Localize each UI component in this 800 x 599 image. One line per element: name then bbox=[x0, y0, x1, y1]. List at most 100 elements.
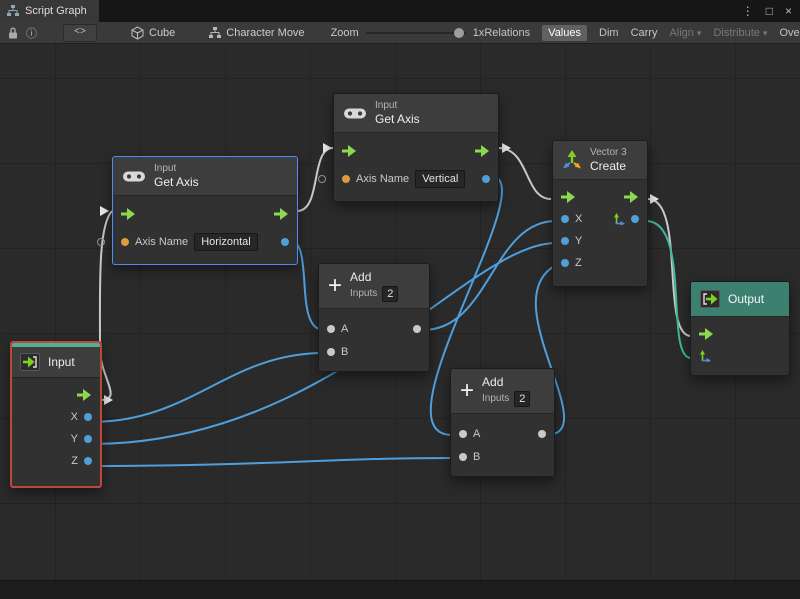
distribute-menu[interactable]: Distribute▾ bbox=[713, 27, 767, 39]
align-label: Align bbox=[669, 27, 693, 39]
tab-title: Script Graph bbox=[25, 5, 87, 17]
axis-name-field[interactable]: Horizontal bbox=[194, 233, 258, 251]
output-port-z[interactable] bbox=[84, 457, 92, 465]
flow-wire-create-to-output[interactable] bbox=[648, 199, 691, 336]
node-header[interactable]: Input bbox=[12, 347, 100, 378]
gamepad-icon bbox=[343, 106, 367, 121]
zoom-slider[interactable] bbox=[366, 27, 466, 39]
flow-in-port[interactable] bbox=[561, 191, 576, 203]
node-title: Add bbox=[482, 375, 530, 389]
gamepad-icon bbox=[122, 169, 146, 184]
node-category: Vector 3 bbox=[590, 147, 627, 159]
float-output-port[interactable] bbox=[281, 238, 289, 246]
port-row-a: A bbox=[319, 317, 429, 340]
param-label: Axis Name bbox=[356, 173, 409, 185]
port-row-b: B bbox=[451, 445, 554, 468]
carry-toggle[interactable]: Carry bbox=[631, 27, 658, 39]
output-port-x[interactable] bbox=[84, 413, 92, 421]
cube-context-button[interactable]: Cube bbox=[131, 26, 175, 40]
node-vector3-create[interactable]: Vector 3 Create X bbox=[552, 140, 648, 287]
flow-out-port[interactable] bbox=[475, 145, 490, 157]
output-icon bbox=[700, 290, 720, 308]
port-row-x: X bbox=[553, 208, 647, 230]
node-header[interactable]: Output bbox=[691, 282, 789, 317]
float-output-port[interactable] bbox=[482, 175, 490, 183]
flow-in-port[interactable] bbox=[699, 328, 714, 340]
inputs-count-field[interactable]: 2 bbox=[382, 286, 398, 302]
values-toggle[interactable]: Values bbox=[542, 25, 587, 41]
vector-axis-icon bbox=[613, 213, 625, 225]
axis-name-field[interactable]: Vertical bbox=[415, 170, 465, 188]
node-input[interactable]: Input X Y Z bbox=[10, 341, 102, 488]
input-port-b[interactable] bbox=[327, 348, 335, 356]
flow-out-port[interactable] bbox=[77, 389, 92, 401]
input-port-y[interactable] bbox=[561, 237, 569, 245]
character-move-label: Character Move bbox=[226, 27, 304, 39]
node-add-lower[interactable]: + Add Inputs 2 A B bbox=[450, 368, 555, 477]
port-row-z: Z bbox=[12, 450, 100, 472]
node-header[interactable]: Vector 3 Create bbox=[553, 141, 647, 180]
data-wire-inputx-to-add-b[interactable] bbox=[91, 353, 324, 422]
menu-icon[interactable]: ⋮ bbox=[742, 4, 754, 18]
sum-output-port[interactable] bbox=[538, 430, 546, 438]
input-port-a[interactable] bbox=[327, 325, 335, 333]
port-a-label: A bbox=[341, 323, 348, 335]
string-input-port[interactable] bbox=[121, 238, 129, 246]
overview-button[interactable]: Overv bbox=[779, 27, 800, 39]
flow-wire-vertical-to-create[interactable] bbox=[498, 148, 551, 199]
port-row-z: Z bbox=[553, 252, 647, 274]
data-wire-create-to-output[interactable] bbox=[646, 221, 691, 358]
port-row-y: Y bbox=[553, 230, 647, 252]
flow-row bbox=[334, 137, 498, 165]
plus-icon: + bbox=[460, 381, 474, 401]
flow-in-port[interactable] bbox=[121, 208, 136, 220]
string-input-port[interactable] bbox=[342, 175, 350, 183]
node-header[interactable]: + Add Inputs 2 bbox=[319, 264, 429, 309]
node-get-axis-horizontal[interactable]: Input Get Axis Axis Name Horizontal bbox=[112, 156, 298, 265]
node-get-axis-vertical[interactable]: Input Get Axis Axis Name Vertical bbox=[333, 93, 499, 202]
input-port-z[interactable] bbox=[561, 259, 569, 267]
lock-icon[interactable] bbox=[4, 24, 22, 42]
wire-arrowhead bbox=[104, 395, 113, 405]
flow-wire-horizontal-to-vertical[interactable] bbox=[297, 148, 333, 211]
input-port-a[interactable] bbox=[459, 430, 467, 438]
port-row-y: Y bbox=[12, 428, 100, 450]
port-row-b: B bbox=[319, 340, 429, 363]
input-port-b[interactable] bbox=[459, 453, 467, 461]
close-icon[interactable]: × bbox=[785, 4, 792, 18]
node-header[interactable]: Input Get Axis bbox=[113, 157, 297, 196]
inputs-label: Inputs bbox=[350, 288, 377, 300]
port-z-label: Z bbox=[71, 455, 78, 467]
port-x-label: X bbox=[71, 411, 78, 423]
character-move-button[interactable]: Character Move bbox=[209, 27, 304, 39]
zoom-value: 1x bbox=[473, 27, 485, 39]
input-port-x[interactable] bbox=[561, 215, 569, 223]
tab-script-graph[interactable]: Script Graph bbox=[0, 0, 99, 22]
node-header[interactable]: + Add Inputs 2 bbox=[451, 369, 554, 414]
align-menu[interactable]: Align ▾ bbox=[669, 27, 701, 39]
node-title: Get Axis bbox=[154, 175, 199, 189]
data-wire-inputz-to-add2-b[interactable] bbox=[91, 458, 452, 466]
tab-bar: Script Graph ⋮ □ × bbox=[0, 0, 800, 22]
flow-in-port[interactable] bbox=[342, 145, 357, 157]
flow-out-port[interactable] bbox=[624, 191, 639, 203]
sum-output-port[interactable] bbox=[413, 325, 421, 333]
node-output[interactable]: Output bbox=[690, 281, 790, 376]
vector-axis-icon[interactable] bbox=[699, 350, 711, 362]
flow-row bbox=[12, 384, 100, 406]
code-view-icon[interactable]: <> bbox=[63, 24, 97, 42]
chevron-down-icon: ▾ bbox=[697, 28, 702, 38]
flow-out-port[interactable] bbox=[274, 208, 289, 220]
flow-row bbox=[113, 200, 297, 228]
zoom-slider-thumb[interactable] bbox=[454, 28, 464, 38]
info-icon[interactable]: ⓘ bbox=[22, 24, 41, 42]
output-port-y[interactable] bbox=[84, 435, 92, 443]
dim-toggle[interactable]: Dim bbox=[599, 27, 619, 39]
window-buttons: ⋮ □ × bbox=[742, 0, 800, 22]
maximize-icon[interactable]: □ bbox=[766, 4, 773, 18]
vector-output-port[interactable] bbox=[631, 215, 639, 223]
relations-toggle[interactable]: Relations bbox=[484, 27, 530, 39]
node-header[interactable]: Input Get Axis bbox=[334, 94, 498, 133]
inputs-count-field[interactable]: 2 bbox=[514, 391, 530, 407]
node-add-upper[interactable]: + Add Inputs 2 A B bbox=[318, 263, 430, 372]
